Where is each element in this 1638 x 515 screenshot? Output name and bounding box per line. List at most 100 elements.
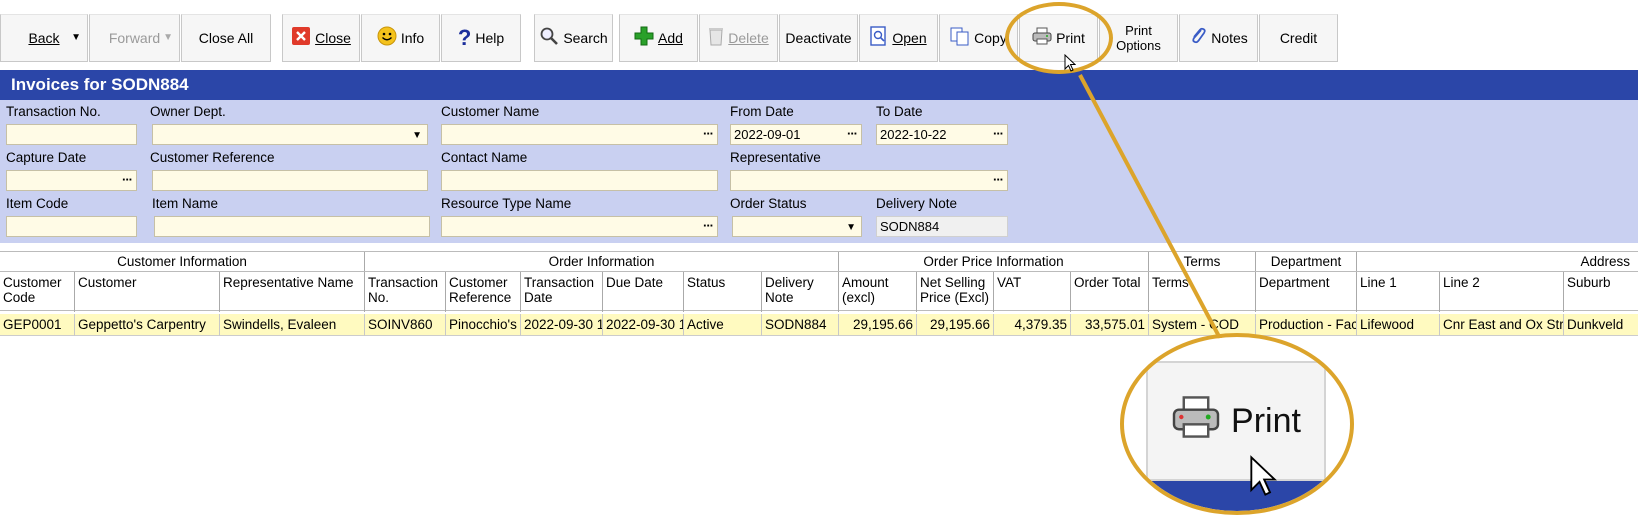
ellipsis-icon[interactable]: ···	[703, 218, 714, 233]
resource-type-name-field[interactable]: ···	[441, 216, 718, 237]
toolbar: Back ▼ Forward ▼ Close All Close Info ? …	[0, 0, 1638, 66]
col-department[interactable]: Department	[1256, 272, 1357, 312]
open-label: Open	[892, 30, 927, 46]
capture-date-field[interactable]: ···	[6, 170, 137, 191]
capture-date-label: Capture Date	[6, 150, 87, 165]
transaction-no-field[interactable]	[6, 124, 137, 145]
credit-label: Credit	[1279, 30, 1318, 46]
customer-name-label: Customer Name	[441, 104, 540, 119]
close-all-button[interactable]: Close All	[181, 14, 271, 62]
open-button[interactable]: Open	[859, 14, 938, 62]
delete-button[interactable]: Delete	[699, 14, 778, 62]
help-label: Help	[475, 30, 505, 46]
notes-button[interactable]: Notes	[1179, 14, 1258, 62]
item-name-field[interactable]	[154, 216, 430, 237]
chevron-down-icon[interactable]: ▼	[846, 220, 856, 235]
group-order-information: Order Information	[365, 252, 839, 272]
back-button[interactable]: Back ▼	[0, 14, 88, 62]
add-button[interactable]: Add	[619, 14, 698, 62]
cell-address-suburb: Dunkveld	[1567, 317, 1624, 332]
col-address-line2[interactable]: Line 2	[1440, 272, 1564, 312]
owner-dept-select[interactable]: ▼	[152, 124, 428, 145]
col-customer[interactable]: Customer	[75, 272, 220, 312]
col-amount-excl[interactable]: Amount (excl)	[839, 272, 917, 312]
group-address: Address	[1580, 254, 1630, 269]
ellipsis-icon[interactable]: ···	[993, 126, 1004, 141]
cell-amount-excl: 29,195.66	[839, 314, 917, 336]
forward-label: Forward	[108, 30, 161, 46]
paperclip-icon	[1189, 26, 1207, 50]
customer-reference-field[interactable]	[152, 170, 428, 191]
order-status-select[interactable]: ▼	[732, 216, 862, 237]
forward-button[interactable]: Forward ▼	[89, 14, 180, 62]
from-date-field[interactable]: 2022-09-01 ···	[730, 124, 862, 145]
col-net-selling-price[interactable]: Net Selling Price (Excl)	[917, 272, 994, 312]
col-customer-code[interactable]: Customer Code	[0, 272, 75, 312]
deactivate-button[interactable]: Deactivate	[779, 14, 858, 62]
cell-department: Production - Fac	[1256, 314, 1357, 336]
close-button[interactable]: Close	[282, 14, 360, 62]
copy-icon	[950, 26, 970, 50]
ellipsis-icon[interactable]: ···	[703, 126, 714, 141]
chevron-down-icon[interactable]: ▼	[412, 128, 422, 143]
cell-customer: Geppetto's Carpentry	[75, 314, 220, 336]
delivery-note-field[interactable]: SODN884	[876, 216, 1008, 237]
customer-name-field[interactable]: ···	[441, 124, 718, 145]
open-document-icon	[870, 26, 888, 50]
group-customer-information: Customer Information	[0, 252, 365, 272]
close-icon	[291, 26, 311, 50]
cell-address-line2: Cnr East and Ox Str	[1440, 314, 1564, 336]
cell-net-selling-price: 29,195.66	[917, 314, 994, 336]
info-label: Info	[400, 30, 425, 46]
search-label: Search	[563, 30, 608, 46]
representative-field[interactable]: ···	[730, 170, 1008, 191]
col-transaction-no[interactable]: Transaction No.	[365, 272, 446, 312]
print-options-label-line2: Options	[1116, 38, 1161, 53]
item-code-label: Item Code	[6, 196, 69, 211]
trash-icon	[708, 26, 724, 50]
help-icon: ?	[457, 25, 472, 50]
from-date-label: From Date	[730, 104, 794, 119]
close-label: Close	[315, 30, 351, 46]
info-button[interactable]: Info	[361, 14, 440, 62]
table-row[interactable]: GEP0001 Geppetto's Carpentry Swindells, …	[0, 314, 1638, 336]
ellipsis-icon[interactable]: ···	[993, 172, 1004, 187]
col-delivery-note[interactable]: Delivery Note	[762, 272, 839, 312]
close-all-label: Close All	[198, 30, 254, 46]
order-status-label: Order Status	[730, 196, 807, 211]
mouse-cursor-icon	[1064, 53, 1077, 75]
cell-customer-code: GEP0001	[0, 314, 75, 336]
cell-order-total: 33,575.01	[1071, 314, 1149, 336]
chevron-down-icon[interactable]: ▼	[71, 32, 81, 43]
delivery-note-label: Delivery Note	[876, 196, 958, 211]
owner-dept-label: Owner Dept.	[150, 104, 226, 119]
group-terms: Terms	[1149, 252, 1256, 272]
credit-button[interactable]: Credit	[1259, 14, 1338, 62]
help-button[interactable]: ? Help	[441, 14, 521, 62]
delete-label: Delete	[728, 30, 769, 46]
col-address-line1[interactable]: Line 1	[1357, 272, 1440, 312]
cell-address-line1: Lifewood	[1357, 314, 1440, 336]
ellipsis-icon[interactable]: ···	[122, 172, 133, 187]
ellipsis-icon[interactable]: ···	[847, 126, 858, 141]
grid-group-header: Customer Information Order Information O…	[0, 251, 1638, 272]
smiley-icon	[377, 26, 397, 50]
add-label: Add	[658, 30, 683, 46]
col-representative-name[interactable]: Representative Name	[220, 272, 365, 312]
cell-transaction-no: SOINV860	[365, 314, 446, 336]
item-name-label: Item Name	[152, 196, 219, 211]
search-button[interactable]: Search	[534, 14, 613, 62]
group-order-price-information: Order Price Information	[839, 252, 1149, 272]
col-order-total[interactable]: Order Total	[1071, 272, 1149, 312]
chevron-down-icon[interactable]: ▼	[163, 32, 173, 43]
contact-name-field[interactable]	[441, 170, 718, 191]
col-address-suburb[interactable]: Suburb	[1564, 272, 1638, 312]
col-transaction-date[interactable]: Transaction Date	[521, 272, 603, 312]
to-date-field[interactable]: 2022-10-22 ···	[876, 124, 1008, 145]
col-vat[interactable]: VAT	[994, 272, 1071, 312]
col-customer-reference[interactable]: Customer Reference	[446, 272, 521, 312]
plus-icon	[634, 26, 654, 50]
item-code-field[interactable]	[6, 216, 137, 237]
col-status[interactable]: Status	[684, 272, 762, 312]
col-due-date[interactable]: Due Date	[603, 272, 684, 312]
